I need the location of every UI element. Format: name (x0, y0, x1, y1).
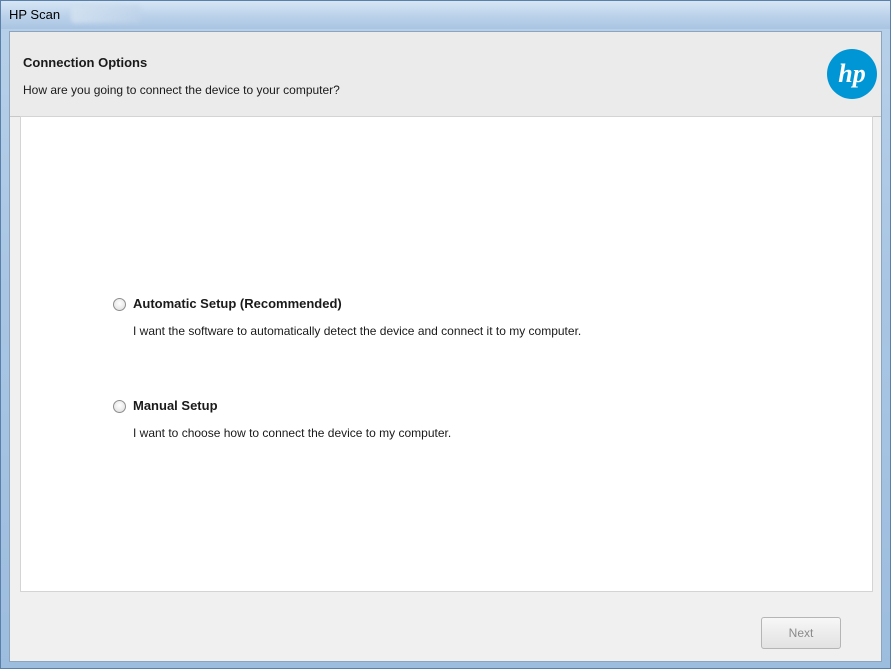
hp-logo-text: hp (838, 59, 865, 88)
hp-logo-icon: hp (827, 49, 877, 99)
app-window: HP Scan Connection Options How are you g… (0, 0, 891, 669)
wizard-header: Connection Options How are you going to … (10, 32, 881, 117)
manual-setup-radio[interactable] (113, 400, 126, 413)
manual-setup-label[interactable]: Manual Setup (133, 398, 218, 413)
options-panel: Automatic Setup (Recommended) I want the… (20, 116, 873, 592)
manual-setup-description: I want to choose how to connect the devi… (133, 426, 452, 440)
page-subtitle: How are you going to connect the device … (23, 83, 340, 97)
automatic-setup-description: I want the software to automatically det… (133, 324, 582, 338)
title-bar-obscured-area (71, 5, 141, 23)
title-bar[interactable]: HP Scan (1, 1, 890, 29)
dialog-client-area: Connection Options How are you going to … (9, 31, 882, 662)
window-title: HP Scan (9, 7, 61, 22)
page-title: Connection Options (23, 55, 148, 70)
automatic-setup-radio[interactable] (113, 298, 126, 311)
next-button[interactable]: Next (761, 617, 841, 649)
automatic-setup-label[interactable]: Automatic Setup (Recommended) (133, 296, 342, 311)
